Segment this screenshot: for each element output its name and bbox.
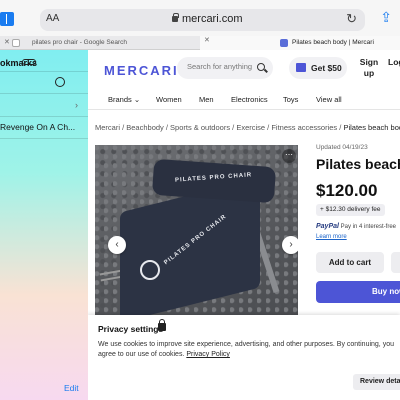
search-input[interactable]: Search for anything bbox=[187, 62, 252, 71]
nav-toys[interactable]: Toys bbox=[283, 95, 298, 104]
search-field[interactable]: Search for anything bbox=[177, 57, 273, 79]
history-clock-icon[interactable] bbox=[55, 77, 65, 87]
nav-electronics[interactable]: Electronics bbox=[231, 95, 268, 104]
sidebar-edit-button[interactable]: Edit bbox=[64, 383, 79, 393]
sidebar-book-icon[interactable] bbox=[0, 12, 14, 26]
divider bbox=[0, 93, 88, 94]
log-in-link[interactable]: Log bbox=[388, 57, 400, 68]
review-details-button[interactable]: Review details bbox=[353, 374, 400, 390]
privacy-policy-link[interactable]: Privacy Policy bbox=[186, 351, 230, 358]
mercari-favicon-icon bbox=[280, 39, 288, 47]
privacy-text: We use cookies to improve site experienc… bbox=[98, 340, 398, 360]
privacy-title: Privacy settings bbox=[98, 324, 164, 334]
buy-now-button[interactable]: Buy now bbox=[316, 281, 400, 303]
address-domain: mercari.com bbox=[182, 13, 243, 25]
search-icon[interactable] bbox=[257, 63, 265, 71]
tab-google-search[interactable]: ✕ pilates pro chair - Google Search bbox=[0, 36, 200, 50]
tab-title: pilates pro chair - Google Search bbox=[32, 39, 128, 46]
get-50-button[interactable]: Get $50 bbox=[289, 57, 347, 79]
chevron-right-icon[interactable]: › bbox=[75, 100, 78, 110]
bookmark-item[interactable]: Revenge On A Ch... bbox=[0, 122, 75, 132]
address-bar[interactable]: AA mercari.com ↻ bbox=[40, 9, 365, 31]
reading-list-glasses-icon[interactable] bbox=[22, 59, 36, 65]
nav-men[interactable]: Men bbox=[199, 95, 214, 104]
tab-mercari[interactable]: Pilates beach body | Mercari bbox=[200, 36, 400, 50]
tab-close-icon[interactable]: ✕ bbox=[204, 36, 210, 44]
lock-icon bbox=[172, 13, 179, 22]
breadcrumb: Mercari / Beachbody / Sports & outdoors … bbox=[95, 123, 400, 132]
next-photo-button[interactable]: › bbox=[282, 236, 298, 254]
breadcrumb-current: Pilates beach body bbox=[343, 123, 400, 132]
bookmarks-sidebar: okmarks › Revenge On A Ch... Edit bbox=[0, 50, 88, 400]
web-page: MERCARI Search for anything Get $50 Sign… bbox=[88, 50, 400, 400]
learn-more-link[interactable]: Learn more bbox=[316, 234, 347, 240]
privacy-body: We use cookies to improve site experienc… bbox=[98, 341, 394, 358]
share-icon[interactable]: ⇪ bbox=[380, 9, 392, 26]
reload-icon[interactable]: ↻ bbox=[346, 11, 357, 27]
category-nav: Brands ⌄ Women Men Electronics Toys View… bbox=[88, 90, 400, 110]
paypal-promo: PayPal Pay in 4 interest-free bbox=[316, 223, 396, 230]
product-photo[interactable]: PILATES PRO CHAIR PILATES PRO CHAIR ⋯ ‹ … bbox=[95, 145, 298, 315]
divider bbox=[0, 138, 88, 139]
chair-logo-icon bbox=[140, 260, 160, 280]
nav-women[interactable]: Women bbox=[156, 95, 182, 104]
paypal-text: Pay in 4 interest-free bbox=[338, 224, 396, 230]
paypal-logo: PayPal bbox=[316, 223, 339, 230]
browser-toolbar: AA mercari.com ↻ ⇪ bbox=[0, 0, 400, 36]
promo-label: Get $50 bbox=[311, 63, 342, 73]
tab-close-icon[interactable]: ✕ bbox=[4, 36, 10, 50]
tab-title: Pilates beach body | Mercari bbox=[292, 39, 374, 46]
add-to-cart-button[interactable]: Add to cart bbox=[316, 252, 384, 273]
make-offer-button[interactable] bbox=[391, 252, 400, 273]
privacy-banner: Privacy settings We use cookies to impro… bbox=[88, 315, 400, 400]
lock-icon bbox=[158, 319, 166, 331]
product-title: Pilates beach bbox=[316, 156, 400, 172]
updated-date: Updated 04/19/23 bbox=[316, 144, 368, 151]
sign-up-link[interactable]: Sign up bbox=[358, 57, 380, 79]
divider bbox=[0, 116, 88, 117]
divider bbox=[0, 71, 88, 72]
google-favicon-icon bbox=[12, 39, 20, 47]
reader-aa-button[interactable]: AA bbox=[46, 13, 59, 24]
nav-brands[interactable]: Brands ⌄ bbox=[108, 95, 140, 104]
prev-photo-button[interactable]: ‹ bbox=[108, 236, 126, 254]
delivery-fee-badge: + $12.30 delivery fee bbox=[316, 204, 385, 216]
tab-bar: ✕ pilates pro chair - Google Search Pila… bbox=[0, 36, 400, 50]
nav-view-all[interactable]: View all bbox=[316, 95, 342, 104]
breadcrumb-path[interactable]: Mercari / Beachbody / Sports & outdoors … bbox=[95, 123, 343, 132]
product-price: $120.00 bbox=[316, 181, 378, 200]
gift-icon bbox=[296, 63, 306, 72]
mercari-logo[interactable]: MERCARI bbox=[104, 63, 179, 78]
more-icon[interactable]: ⋯ bbox=[282, 149, 296, 163]
